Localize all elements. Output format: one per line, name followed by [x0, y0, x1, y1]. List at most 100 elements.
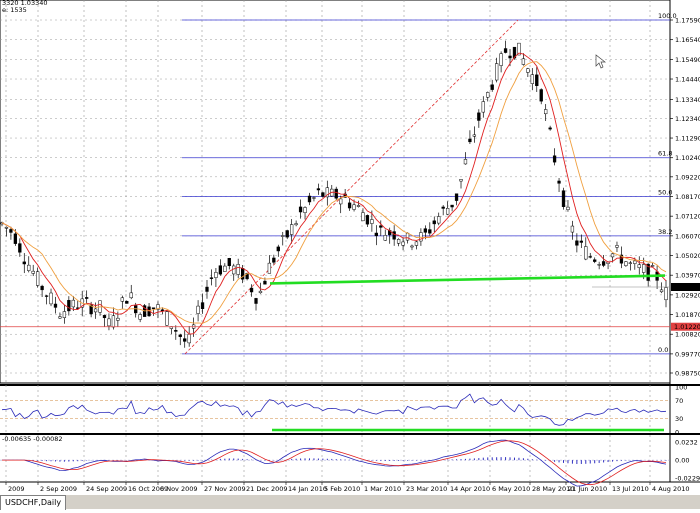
candle-body — [374, 232, 378, 237]
candle-body — [521, 58, 526, 65]
price-axis-label: 1.06070 — [675, 232, 700, 240]
candle-body — [281, 235, 285, 237]
candle-body — [481, 101, 485, 113]
candle-body — [610, 253, 615, 258]
candle-body — [236, 264, 240, 275]
price-axis-label: 1.01870 — [675, 311, 700, 319]
chart-canvas[interactable]: 100.0 61.8 50.0 38.2 0.0 1.17590 1.16540 1.154… — [0, 0, 700, 509]
macd-axis-label: 0.00 — [675, 457, 689, 465]
candle-body — [107, 318, 111, 327]
candle-body — [294, 223, 298, 226]
candle-body — [561, 190, 566, 207]
time-axis-label: 1 Mar 2010 — [364, 485, 401, 493]
time-axis-label: 4 Aug 2010 — [652, 485, 690, 493]
fib-level-label: 0.0 — [658, 346, 668, 354]
macd-main-line — [2, 439, 667, 487]
candle-body — [18, 243, 22, 253]
candle-body — [258, 290, 263, 294]
candle-body — [209, 277, 214, 279]
candle-body — [31, 270, 35, 274]
time-axis-label: 6 May 2010 — [492, 485, 530, 493]
moving-average-fast — [1, 52, 667, 335]
candle-body — [151, 307, 156, 310]
candle-body — [71, 299, 75, 308]
candle-body — [414, 241, 419, 246]
candle-body — [53, 303, 58, 308]
candle-body — [499, 53, 503, 66]
candle-body — [633, 260, 637, 264]
candle-body — [116, 317, 120, 321]
candle-body — [624, 261, 628, 266]
candle-body — [93, 308, 98, 313]
candle-body — [450, 204, 454, 208]
candle-body — [396, 239, 401, 244]
candle-body — [472, 134, 477, 137]
candle-body — [138, 314, 142, 320]
candle-body — [383, 235, 387, 241]
candle-body — [205, 286, 209, 292]
candle-body — [365, 215, 370, 225]
price-axis-label: 1.17590 — [675, 17, 700, 25]
candle-body — [316, 188, 321, 191]
candle-body — [361, 212, 365, 222]
candle-body — [22, 261, 26, 265]
candle-body — [129, 292, 133, 299]
candle-body — [339, 198, 343, 205]
rsi-axis-label: 100 — [675, 384, 687, 392]
candle-body — [178, 334, 182, 337]
candle-body — [601, 261, 606, 266]
candle-body — [503, 48, 508, 53]
price-axis-label: 1.07120 — [675, 213, 700, 221]
candle-body — [196, 305, 200, 314]
candle-body — [459, 179, 463, 182]
fib-level-label: 61.8 — [658, 150, 672, 158]
candle-body — [530, 74, 534, 84]
candle-body — [597, 264, 601, 266]
fib-baseline — [184, 19, 519, 355]
macd-subwindow: 0.0232 0.00 -0.0229 — [0, 439, 700, 487]
candle-body — [379, 225, 383, 228]
time-axis-label: 14 Jan 2010 — [288, 485, 327, 493]
candle-body — [441, 206, 445, 209]
price-axis-label: 1.11290 — [675, 135, 700, 143]
candle-body — [312, 197, 316, 199]
candle-body — [615, 245, 619, 248]
candle-body — [593, 259, 597, 262]
candle-body — [200, 302, 205, 309]
candle-body — [276, 246, 280, 252]
candle-body — [356, 205, 361, 207]
candle-body — [347, 202, 352, 209]
candle-body — [254, 298, 258, 304]
candle-body — [307, 195, 312, 203]
candle-body — [290, 224, 294, 235]
candle-body — [423, 228, 428, 233]
candle-body — [267, 262, 272, 274]
candle-body — [579, 240, 583, 243]
tab-usdchf-daily[interactable]: USDCHF,Daily — [0, 495, 67, 510]
candle-body — [165, 311, 169, 326]
candle-body — [120, 297, 124, 302]
price-axis-label: 1.10240 — [675, 154, 700, 162]
price-axis: 1.17590 1.16540 1.15490 1.14440 1.13340 1.123… — [670, 17, 700, 378]
moving-averages — [1, 52, 667, 335]
candle-body — [62, 311, 67, 318]
price-axis-label: 1.12340 — [675, 115, 700, 123]
candle-body — [58, 316, 62, 319]
candle-body — [468, 138, 472, 143]
candle-body — [650, 265, 655, 267]
candle-body — [298, 206, 303, 213]
chart-window[interactable]: 100.0 61.8 50.0 38.2 0.0 1.17590 1.16540 1.154… — [0, 0, 700, 510]
price-axis-label: 1.05020 — [675, 252, 700, 260]
candle-body — [67, 300, 71, 312]
price-axis-label: 0.99770 — [675, 350, 700, 358]
candle-body — [454, 193, 459, 201]
candle-body — [321, 192, 325, 197]
candle-body — [44, 295, 49, 297]
time-axis-label: 21 Jun 2010 — [568, 485, 607, 493]
candle-body — [303, 207, 307, 213]
time-axis-label: 14 Apr 2010 — [450, 485, 490, 493]
candle-body — [174, 330, 178, 332]
macd-axis-label: -0.0229 — [675, 475, 700, 483]
candle-body — [218, 265, 223, 275]
price-axis-label: 1.15490 — [675, 56, 700, 64]
